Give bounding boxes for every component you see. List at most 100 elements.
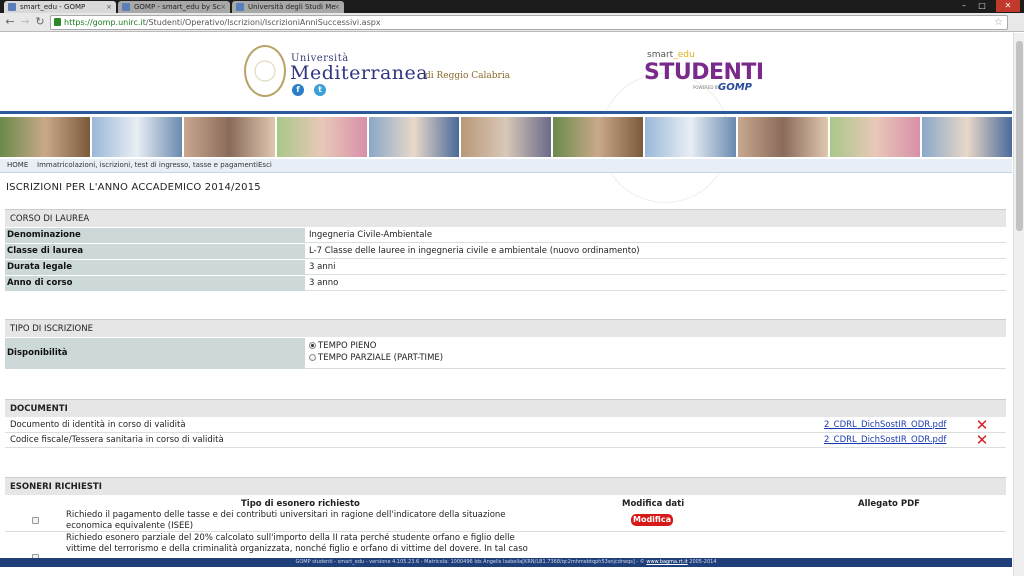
- delete-x-icon[interactable]: ✕: [975, 433, 989, 448]
- banner-photo: [184, 117, 275, 157]
- twitter-icon[interactable]: t: [314, 84, 326, 96]
- corso-row: Anno di corso 3 anno: [5, 276, 1006, 291]
- banner-photo: [368, 117, 459, 157]
- field-label: Durata legale: [5, 260, 305, 275]
- nav-home-link[interactable]: HOME: [7, 161, 28, 169]
- banner-photo: [645, 117, 736, 157]
- field-label: Classe di laurea: [5, 244, 305, 259]
- browser-tab-3[interactable]: Università degli Studi Me ×: [232, 1, 344, 13]
- page-content: Università Mediterranea di Reggio Calabr…: [0, 33, 1012, 576]
- row-divider: [5, 531, 1006, 532]
- esonero-description: Richiedo il pagamento delle tasse e dei …: [66, 510, 506, 531]
- reload-icon[interactable]: ↻: [33, 15, 47, 29]
- column-header-allegato: Allegato PDF: [858, 499, 920, 509]
- smart-edu-logo: smart_edu: [647, 50, 695, 60]
- banner-photo: [92, 117, 183, 157]
- field-value: Ingegneria Civile-Ambientale: [309, 230, 433, 240]
- close-tab-icon[interactable]: ×: [220, 1, 226, 13]
- url-host: https://gomp.unirc.it: [64, 18, 146, 27]
- university-seal-logo: [244, 45, 286, 97]
- university-location: di Reggio Calabria: [425, 71, 511, 81]
- minimize-icon[interactable]: –: [956, 0, 972, 12]
- esonero-checkbox[interactable]: [32, 517, 39, 524]
- field-label: Denominazione: [5, 228, 305, 243]
- section-heading-tipo: TIPO DI ISCRIZIONE: [5, 319, 1006, 337]
- window-close-icon[interactable]: ✕: [996, 0, 1020, 12]
- tipo-row: Disponibilità TEMPO PIENO TEMPO PARZIALE…: [5, 338, 1006, 369]
- column-header-modifica: Modifica dati: [622, 499, 685, 509]
- banner-photo: [829, 117, 920, 157]
- favicon-icon: [122, 3, 130, 11]
- browser-tab-1[interactable]: smart_edu - GOMP ×: [4, 1, 116, 13]
- url-path: /Studenti/Operativo/Iscrizioni/Iscrizion…: [145, 18, 381, 27]
- document-row: Documento di identità in corso di validi…: [5, 418, 1006, 433]
- banner-photo: [737, 117, 828, 157]
- field-label: Anno di corso: [5, 276, 305, 291]
- field-value: L-7 Classe delle lauree in ingegneria ci…: [309, 246, 640, 256]
- favicon-icon: [8, 3, 16, 11]
- banner-photo: [276, 117, 367, 157]
- document-file-link[interactable]: 2_CDRL_DichSostIR_ODR.pdf: [824, 433, 946, 448]
- field-value: 3 anni: [309, 262, 336, 272]
- footer-status-bar: GOMP studenti - smart_edu - versione 4.1…: [0, 558, 1012, 567]
- favicon-icon: [236, 3, 244, 11]
- tab-title: smart_edu - GOMP: [20, 3, 86, 11]
- tab-title: Università degli Studi Me: [248, 3, 336, 11]
- corso-row: Classe di laurea L-7 Classe delle lauree…: [5, 244, 1006, 259]
- radio-tempo-parziale[interactable]: TEMPO PARZIALE (PART-TIME): [309, 352, 443, 364]
- gomp-logo: GOMP: [718, 82, 752, 93]
- radio-group: TEMPO PIENO TEMPO PARZIALE (PART-TIME): [309, 340, 443, 364]
- banner-photo: [0, 117, 91, 157]
- section-heading-esoneri: ESONERI RICHIESTI: [5, 477, 1006, 495]
- browser-tab-bar: smart_edu - GOMP × GOMP - smart_edu by S…: [0, 0, 1024, 13]
- smart-suffix: _edu: [673, 50, 695, 60]
- university-name: Mediterranea: [290, 62, 429, 84]
- column-header-tipo: Tipo di esonero richiesto: [241, 499, 360, 509]
- document-file-link[interactable]: 2_CDRL_DichSostIR_ODR.pdf: [824, 418, 946, 433]
- radio-tempo-pieno[interactable]: TEMPO PIENO: [309, 340, 443, 352]
- lock-icon: [54, 18, 61, 26]
- banner-photo: [921, 117, 1012, 157]
- corso-row: Denominazione Ingegneria Civile-Ambienta…: [5, 228, 1006, 243]
- smart-prefix: smart: [647, 50, 674, 60]
- arrow-left-icon[interactable]: ←: [3, 15, 17, 29]
- star-icon[interactable]: ☆: [994, 16, 1003, 29]
- radio-label: TEMPO PIENO: [318, 341, 377, 351]
- scrollbar-thumb[interactable]: [1016, 41, 1023, 231]
- nav-immatricolazioni-link[interactable]: Immatricolazioni, iscrizioni, test di in…: [37, 161, 258, 169]
- section-heading-documenti: DOCUMENTI: [5, 399, 1006, 417]
- address-bar: ← → ↻ https://gomp.unirc.it/Studenti/Ope…: [0, 13, 1024, 32]
- close-tab-icon[interactable]: ×: [106, 1, 112, 13]
- arrow-right-icon[interactable]: →: [18, 15, 32, 29]
- breadcrumb-nav: HOME Immatricolazioni, iscrizioni, test …: [0, 159, 1012, 173]
- footer-text: GOMP studenti - smart_edu - versione 4.1…: [295, 559, 645, 565]
- document-label: Documento di identità in corso di validi…: [10, 420, 186, 430]
- banner-photo: [553, 117, 644, 157]
- site-header: Università Mediterranea di Reggio Calabr…: [0, 33, 1012, 203]
- photo-banner: [0, 117, 1012, 157]
- field-value: 3 anno: [309, 278, 339, 288]
- banner-photo: [460, 117, 552, 157]
- nav-esci-link[interactable]: Esci: [258, 161, 272, 169]
- footer-link[interactable]: www.bagma.rt.it: [646, 559, 687, 565]
- document-label: Codice fiscale/Tessera sanitaria in cors…: [10, 435, 224, 445]
- field-label: Disponibilità: [5, 338, 305, 369]
- document-row: Codice fiscale/Tessera sanitaria in cors…: [5, 433, 1006, 448]
- radio-label: TEMPO PARZIALE (PART-TIME): [318, 353, 444, 363]
- header-divider: [0, 111, 1012, 114]
- url-field[interactable]: https://gomp.unirc.it/Studenti/Operativo…: [50, 15, 1008, 30]
- page-title: ISCRIZIONI PER L'ANNO ACCADEMICO 2014/20…: [6, 182, 261, 193]
- facebook-icon[interactable]: f: [292, 84, 304, 96]
- vertical-scrollbar[interactable]: [1013, 33, 1024, 576]
- footer-years: 2005-2014: [689, 559, 717, 565]
- maximize-icon[interactable]: □: [974, 0, 990, 12]
- tab-title: GOMP - smart_edu by Sc: [134, 3, 221, 11]
- radio-selected-icon[interactable]: [309, 342, 316, 349]
- browser-tab-2[interactable]: GOMP - smart_edu by Sc ×: [118, 1, 230, 13]
- close-tab-icon[interactable]: ×: [334, 1, 340, 13]
- section-heading-corso: CORSO DI LAUREA: [5, 209, 1006, 227]
- modifica-button[interactable]: Modifica: [631, 514, 673, 526]
- powered-by-label: POWERED BY: [693, 85, 720, 90]
- corso-row: Durata legale 3 anni: [5, 260, 1006, 275]
- radio-empty-icon[interactable]: [309, 354, 316, 361]
